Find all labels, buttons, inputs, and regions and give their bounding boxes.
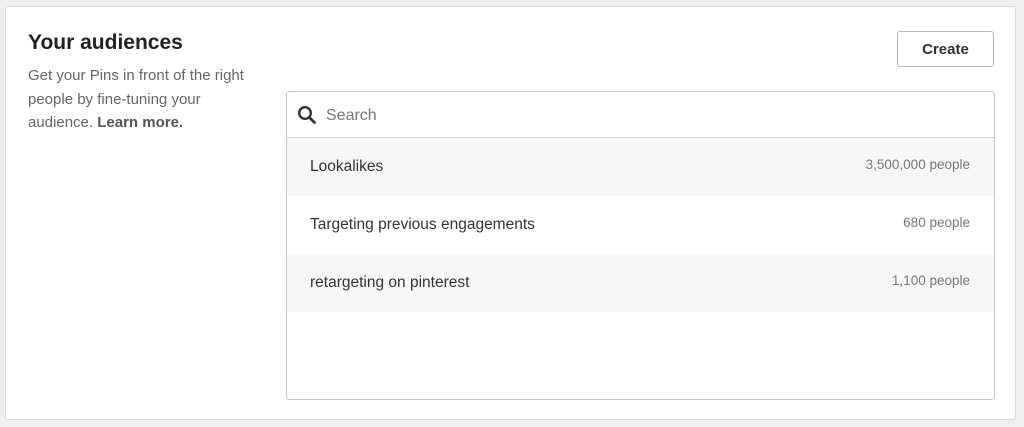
audience-row-targeting-previous-engagements[interactable]: Targeting previous engagements 680 peopl… [287, 196, 994, 254]
search-bar [287, 92, 994, 138]
create-button[interactable]: Create [897, 31, 994, 67]
audiences-card: Your audiences Get your Pins in front of… [5, 6, 1016, 420]
audience-name: Targeting previous engagements [310, 216, 535, 233]
audience-name: retargeting on pinterest [310, 274, 470, 291]
page-title: Your audiences [28, 31, 183, 54]
search-input[interactable] [324, 100, 968, 132]
audience-size: 3,500,000 people [865, 156, 970, 172]
description: Get your Pins in front of the right peop… [28, 64, 268, 135]
search-icon [297, 105, 317, 125]
audience-size: 680 people [903, 214, 970, 230]
audience-list-panel: Lookalikes 3,500,000 people Targeting pr… [286, 91, 995, 400]
learn-more-link[interactable]: Learn more. [97, 114, 183, 131]
audience-row-lookalikes[interactable]: Lookalikes 3,500,000 people [287, 138, 994, 196]
audience-row-retargeting-on-pinterest[interactable]: retargeting on pinterest 1,100 people [287, 254, 994, 312]
audience-size: 1,100 people [891, 272, 970, 288]
audience-name: Lookalikes [310, 158, 384, 175]
